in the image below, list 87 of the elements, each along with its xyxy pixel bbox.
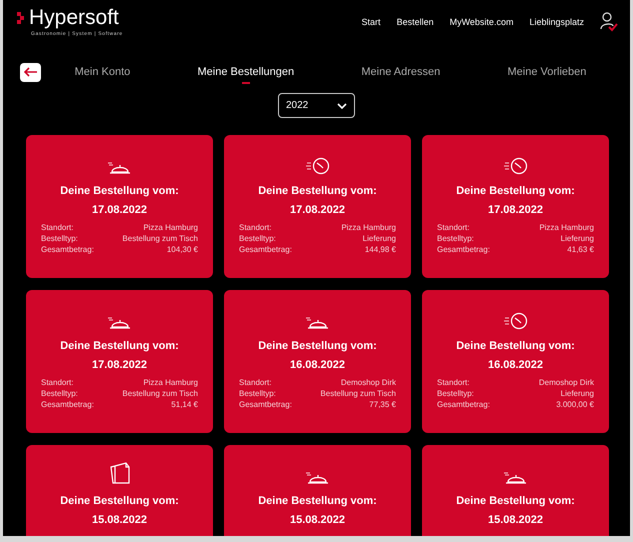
detail-label: Bestelltyp: [41,388,78,399]
order-card[interactable]: Deine Bestellung vom: 16.08.2022 Standort: Demoshop Dirk Bestelltyp: Lieferung Gesamtbetrag: 3.000,00 € [422,290,609,433]
cloche-icon [106,161,132,175]
order-title: Deine Bestellung vom: [456,495,575,507]
detail-value: Bestellung zum Tisch [320,388,396,399]
detail-label: Standort: [437,222,470,233]
cloche-icon [304,471,330,485]
detail-value: Demoshop Dirk [340,377,396,388]
logo-mark-icon [17,12,24,24]
detail-label: Bestelltyp: [437,388,474,399]
clock-icon [504,312,528,330]
tab[interactable]: Mein Konto [74,62,130,82]
bag-icon [110,461,130,485]
detail-value: Lieferung [362,233,396,244]
back-button[interactable] [20,62,41,82]
order-title: Deine Bestellung vom: [60,185,179,197]
order-date: 16.08.2022 [290,359,346,371]
order-title: Deine Bestellung vom: [60,340,179,352]
detail-value: 144,98 € [364,244,396,255]
nav-link[interactable]: Start [362,17,381,27]
order-date: 15.08.2022 [290,514,346,526]
detail-value: Pizza Hamburg [539,222,594,233]
detail-label: Gesamtbetrag: [239,244,292,255]
detail-value: Lieferung [560,233,594,244]
detail-value: Lieferung [560,388,594,399]
brand-name[interactable]: Hypersoft [29,6,119,30]
order-date: 17.08.2022 [290,204,346,216]
detail-label: Standort: [239,377,272,388]
detail-label: Standort: [41,377,74,388]
order-card[interactable]: Deine Bestellung vom: 17.08.2022 Standort: Pizza Hamburg Bestelltyp: Lieferung Gesamtbetrag: 41,63 € [422,135,609,278]
order-title: Deine Bestellung vom: [258,495,377,507]
detail-value: Bestellung zum Tisch [122,233,198,244]
order-card[interactable]: Deine Bestellung vom: 17.08.2022 Standort: Pizza Hamburg Bestelltyp: Bestellung zum Tisch Gesamtbetrag: 51,14 € [26,290,213,433]
order-title: Deine Bestellung vom: [60,495,179,507]
cloche-icon [106,316,132,330]
tab[interactable]: Meine Vorlieben [507,62,586,82]
order-card[interactable]: Deine Bestellung vom: 15.08.2022 [422,445,609,536]
order-date: 17.08.2022 [92,204,148,216]
cloche-icon [304,316,330,330]
order-date: 17.08.2022 [488,204,544,216]
detail-label: Standort: [41,222,74,233]
order-card[interactable]: Deine Bestellung vom: 16.08.2022 Standort: Demoshop Dirk Bestelltyp: Bestellung zum Tisch Gesamtbetrag: 77,35 € [224,290,411,433]
clock-icon [504,157,528,175]
order-title: Deine Bestellung vom: [456,340,575,352]
detail-label: Gesamtbetrag: [437,244,490,255]
detail-label: Gesamtbetrag: [239,399,292,410]
cloche-icon [502,471,528,485]
clock-icon [306,157,330,175]
order-title: Deine Bestellung vom: [258,340,377,352]
detail-value: 51,14 € [171,399,198,410]
user-check-icon[interactable] [600,12,618,32]
order-date: 17.08.2022 [92,359,148,371]
detail-value: 77,35 € [369,399,396,410]
chevron-down-icon [337,102,347,108]
order-card[interactable]: Deine Bestellung vom: 17.08.2022 Standort: Pizza Hamburg Bestelltyp: Lieferung Gesamtbetrag: 144,98 € [224,135,411,278]
order-card[interactable]: Deine Bestellung vom: 15.08.2022 [224,445,411,536]
nav-link[interactable]: MyWebsite.com [450,17,514,27]
detail-label: Bestelltyp: [239,233,276,244]
detail-label: Standort: [437,377,470,388]
detail-value: Pizza Hamburg [341,222,396,233]
detail-label: Standort: [239,222,272,233]
order-card[interactable]: Deine Bestellung vom: 15.08.2022 [26,445,213,536]
order-title: Deine Bestellung vom: [456,185,575,197]
detail-value: Bestellung zum Tisch [122,388,198,399]
arrow-left-icon [24,67,38,77]
detail-label: Bestelltyp: [437,233,474,244]
detail-value: Pizza Hamburg [143,222,198,233]
tab[interactable]: Meine Adressen [361,62,440,82]
order-date: 16.08.2022 [488,359,544,371]
nav-link[interactable]: Bestellen [396,17,434,27]
nav-link[interactable]: Lieblingsplatz [529,17,584,27]
tab[interactable]: Meine Bestellungen [198,62,294,82]
year-select[interactable]: 2022 [278,93,355,118]
detail-value: 41,63 € [567,244,594,255]
detail-label: Gesamtbetrag: [41,399,94,410]
detail-label: Gesamtbetrag: [437,399,490,410]
detail-label: Bestelltyp: [239,388,276,399]
detail-value: Pizza Hamburg [143,377,198,388]
order-card[interactable]: Deine Bestellung vom: 17.08.2022 Standort: Pizza Hamburg Bestelltyp: Bestellung zum Tisch Gesamtbetrag: 104,30 € [26,135,213,278]
detail-value: Demoshop Dirk [538,377,594,388]
detail-label: Bestelltyp: [41,233,78,244]
detail-value: 3.000,00 € [556,399,594,410]
detail-value: 104,30 € [166,244,198,255]
order-date: 15.08.2022 [92,514,148,526]
order-date: 15.08.2022 [488,514,544,526]
order-title: Deine Bestellung vom: [258,185,377,197]
detail-label: Gesamtbetrag: [41,244,94,255]
